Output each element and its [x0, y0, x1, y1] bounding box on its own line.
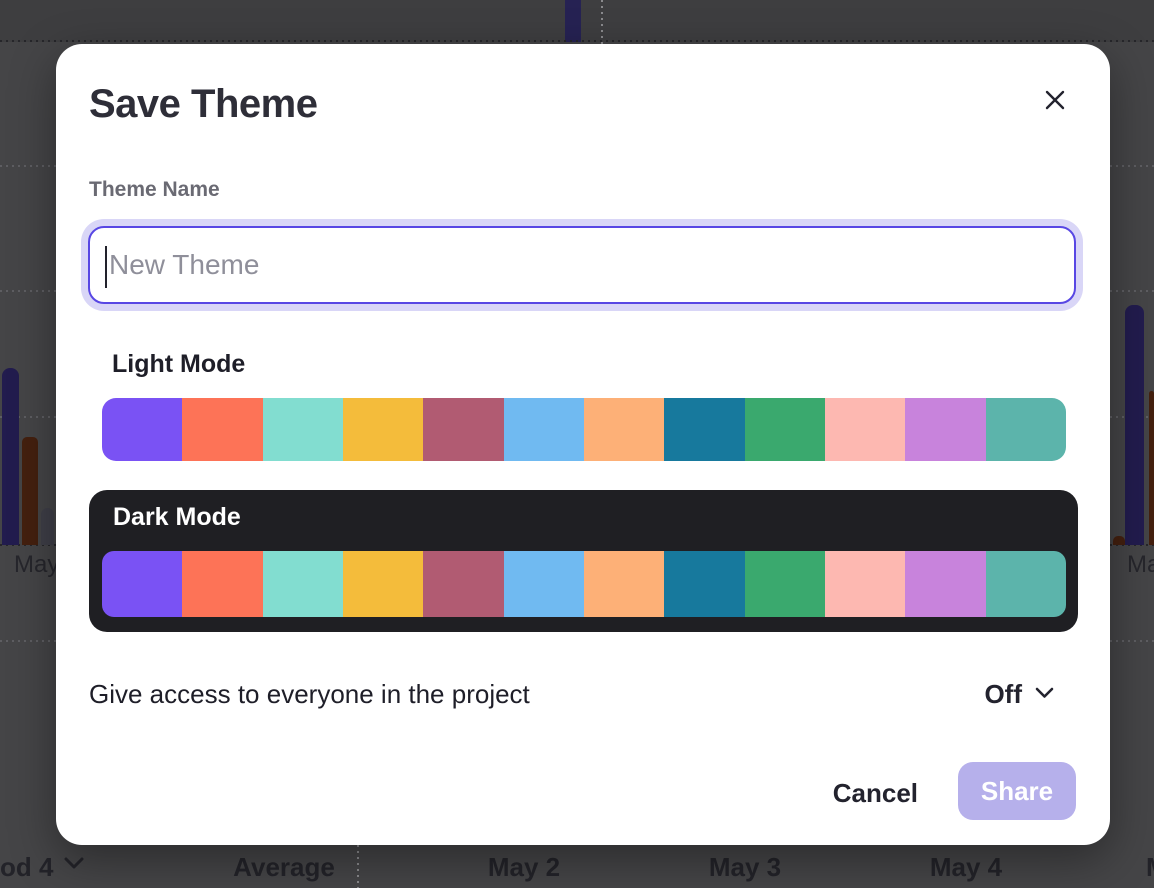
- palette-swatch: [905, 551, 985, 617]
- palette-swatch: [745, 551, 825, 617]
- close-button[interactable]: [1040, 86, 1070, 116]
- cancel-button[interactable]: Cancel: [833, 773, 918, 813]
- palette-swatch: [182, 398, 262, 461]
- text-cursor: [105, 246, 107, 288]
- palette-swatch: [343, 551, 423, 617]
- palette-swatch: [584, 398, 664, 461]
- palette-swatch: [986, 551, 1066, 617]
- theme-name-label: Theme Name: [89, 178, 220, 202]
- chevron-down-icon: [1035, 687, 1054, 702]
- theme-name-input[interactable]: [90, 228, 1074, 302]
- dark-mode-palette: [102, 551, 1066, 617]
- access-dropdown[interactable]: Off: [984, 679, 1054, 710]
- palette-swatch: [664, 551, 744, 617]
- close-icon: [1043, 88, 1067, 115]
- save-theme-dialog: Save Theme Theme Name Light Mode Dark Mo…: [56, 44, 1110, 845]
- palette-swatch: [825, 398, 905, 461]
- palette-swatch: [423, 551, 503, 617]
- palette-swatch: [504, 398, 584, 461]
- dialog-title: Save Theme: [89, 82, 317, 127]
- palette-swatch: [263, 551, 343, 617]
- access-value: Off: [984, 679, 1022, 710]
- palette-swatch: [102, 398, 182, 461]
- palette-swatch: [745, 398, 825, 461]
- palette-swatch: [905, 398, 985, 461]
- palette-swatch: [102, 551, 182, 617]
- palette-swatch: [343, 398, 423, 461]
- palette-swatch: [504, 551, 584, 617]
- dark-mode-label: Dark Mode: [113, 503, 241, 532]
- palette-swatch: [825, 551, 905, 617]
- palette-swatch: [423, 398, 503, 461]
- theme-name-field-wrapper: [88, 226, 1076, 304]
- share-button[interactable]: Share: [958, 762, 1076, 820]
- palette-swatch: [986, 398, 1066, 461]
- palette-swatch: [182, 551, 262, 617]
- light-mode-palette: [102, 398, 1066, 461]
- access-label: Give access to everyone in the project: [89, 679, 530, 710]
- palette-swatch: [584, 551, 664, 617]
- palette-swatch: [664, 398, 744, 461]
- light-mode-label: Light Mode: [112, 350, 245, 379]
- dark-mode-preview-card: Dark Mode: [89, 490, 1078, 632]
- palette-swatch: [263, 398, 343, 461]
